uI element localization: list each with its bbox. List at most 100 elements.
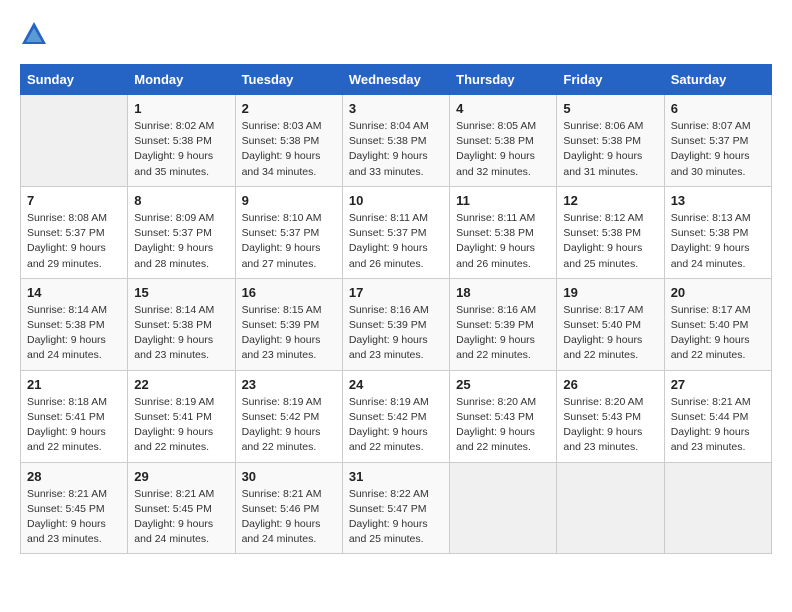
day-info: Sunrise: 8:18 AMSunset: 5:41 PMDaylight:… bbox=[27, 395, 121, 456]
calendar-header-thursday: Thursday bbox=[450, 65, 557, 95]
calendar-cell bbox=[557, 462, 664, 554]
day-number: 30 bbox=[242, 469, 336, 484]
calendar-cell: 25Sunrise: 8:20 AMSunset: 5:43 PMDayligh… bbox=[450, 370, 557, 462]
day-number: 28 bbox=[27, 469, 121, 484]
calendar-week-row: 21Sunrise: 8:18 AMSunset: 5:41 PMDayligh… bbox=[21, 370, 772, 462]
day-number: 22 bbox=[134, 377, 228, 392]
day-number: 9 bbox=[242, 193, 336, 208]
day-info: Sunrise: 8:19 AMSunset: 5:42 PMDaylight:… bbox=[349, 395, 443, 456]
calendar-cell: 8 Sunrise: 8:09 AMSunset: 5:37 PMDaylight… bbox=[128, 186, 235, 278]
day-number: 11 bbox=[456, 193, 550, 208]
calendar-cell: 24 Sunrise: 8:19 AMSunset: 5:42 PMDayligh… bbox=[342, 370, 449, 462]
calendar-cell: 1 Sunrise: 8:02 AMSunset: 5:38 PMDaylight… bbox=[128, 95, 235, 187]
calendar-cell: 29Sunrise: 8:21 AMSunset: 5:45 PMDayligh… bbox=[128, 462, 235, 554]
calendar-cell: 30 Sunrise: 8:21 AMSunset: 5:46 PMDayligh… bbox=[235, 462, 342, 554]
calendar-cell: 15 Sunrise: 8:14 AMSunset: 5:38 PMDayligh… bbox=[128, 278, 235, 370]
day-info: Sunrise: 8:04 AMSunset: 5:38 PMDaylight:… bbox=[349, 119, 443, 180]
calendar-header-friday: Friday bbox=[557, 65, 664, 95]
day-info: Sunrise: 8:19 AMSunset: 5:42 PMDaylight:… bbox=[242, 395, 336, 456]
day-info: Sunrise: 8:11 AMSunset: 5:37 PMDaylight:… bbox=[349, 211, 443, 272]
day-number: 10 bbox=[349, 193, 443, 208]
day-number: 2 bbox=[242, 101, 336, 116]
logo bbox=[20, 20, 54, 48]
logo-icon bbox=[20, 20, 48, 48]
day-number: 23 bbox=[242, 377, 336, 392]
calendar-table: SundayMondayTuesdayWednesdayThursdayFrid… bbox=[20, 64, 772, 554]
day-info: Sunrise: 8:21 AMSunset: 5:44 PMDaylight:… bbox=[671, 395, 765, 456]
day-info: Sunrise: 8:20 AMSunset: 5:43 PMDaylight:… bbox=[563, 395, 657, 456]
day-info: Sunrise: 8:22 AMSunset: 5:47 PMDaylight:… bbox=[349, 487, 443, 548]
day-info: Sunrise: 8:16 AMSunset: 5:39 PMDaylight:… bbox=[456, 303, 550, 364]
calendar-cell: 28 Sunrise: 8:21 AMSunset: 5:45 PMDayligh… bbox=[21, 462, 128, 554]
calendar-cell: 2 Sunrise: 8:03 AMSunset: 5:38 PMDaylight… bbox=[235, 95, 342, 187]
day-number: 26 bbox=[563, 377, 657, 392]
calendar-cell bbox=[21, 95, 128, 187]
calendar-header-monday: Monday bbox=[128, 65, 235, 95]
calendar-cell: 5Sunrise: 8:06 AMSunset: 5:38 PMDaylight… bbox=[557, 95, 664, 187]
calendar-cell: 16 Sunrise: 8:15 AMSunset: 5:39 PMDayligh… bbox=[235, 278, 342, 370]
day-number: 13 bbox=[671, 193, 765, 208]
calendar-cell: 14 Sunrise: 8:14 AMSunset: 5:38 PMDayligh… bbox=[21, 278, 128, 370]
calendar-header-sunday: Sunday bbox=[21, 65, 128, 95]
day-number: 8 bbox=[134, 193, 228, 208]
day-number: 18 bbox=[456, 285, 550, 300]
day-info: Sunrise: 8:19 AMSunset: 5:41 PMDaylight:… bbox=[134, 395, 228, 456]
day-number: 31 bbox=[349, 469, 443, 484]
calendar-cell: 3 Sunrise: 8:04 AMSunset: 5:38 PMDaylight… bbox=[342, 95, 449, 187]
day-number: 3 bbox=[349, 101, 443, 116]
calendar-cell: 12 Sunrise: 8:12 AMSunset: 5:38 PMDayligh… bbox=[557, 186, 664, 278]
calendar-cell: 22 Sunrise: 8:19 AMSunset: 5:41 PMDayligh… bbox=[128, 370, 235, 462]
day-number: 15 bbox=[134, 285, 228, 300]
calendar-cell: 10 Sunrise: 8:11 AMSunset: 5:37 PMDayligh… bbox=[342, 186, 449, 278]
calendar-cell: 23 Sunrise: 8:19 AMSunset: 5:42 PMDayligh… bbox=[235, 370, 342, 462]
calendar-cell: 21Sunrise: 8:18 AMSunset: 5:41 PMDayligh… bbox=[21, 370, 128, 462]
day-info: Sunrise: 8:16 AMSunset: 5:39 PMDaylight:… bbox=[349, 303, 443, 364]
calendar-cell bbox=[664, 462, 771, 554]
calendar-cell: 26 Sunrise: 8:20 AMSunset: 5:43 PMDayligh… bbox=[557, 370, 664, 462]
calendar-cell: 19Sunrise: 8:17 AMSunset: 5:40 PMDayligh… bbox=[557, 278, 664, 370]
calendar-cell: 18 Sunrise: 8:16 AMSunset: 5:39 PMDayligh… bbox=[450, 278, 557, 370]
day-info: Sunrise: 8:13 AMSunset: 5:38 PMDaylight:… bbox=[671, 211, 765, 272]
calendar-week-row: 28 Sunrise: 8:21 AMSunset: 5:45 PMDayligh… bbox=[21, 462, 772, 554]
day-number: 6 bbox=[671, 101, 765, 116]
day-number: 7 bbox=[27, 193, 121, 208]
day-number: 20 bbox=[671, 285, 765, 300]
calendar-cell: 11 Sunrise: 8:11 AMSunset: 5:38 PMDayligh… bbox=[450, 186, 557, 278]
page-header bbox=[20, 20, 772, 48]
calendar-cell: 7 Sunrise: 8:08 AMSunset: 5:37 PMDaylight… bbox=[21, 186, 128, 278]
day-info: Sunrise: 8:12 AMSunset: 5:38 PMDaylight:… bbox=[563, 211, 657, 272]
calendar-cell: 20 Sunrise: 8:17 AMSunset: 5:40 PMDayligh… bbox=[664, 278, 771, 370]
calendar-cell: 31 Sunrise: 8:22 AMSunset: 5:47 PMDayligh… bbox=[342, 462, 449, 554]
calendar-week-row: 1 Sunrise: 8:02 AMSunset: 5:38 PMDaylight… bbox=[21, 95, 772, 187]
day-info: Sunrise: 8:10 AMSunset: 5:37 PMDaylight:… bbox=[242, 211, 336, 272]
calendar-cell: 27Sunrise: 8:21 AMSunset: 5:44 PMDayligh… bbox=[664, 370, 771, 462]
day-info: Sunrise: 8:06 AMSunset: 5:38 PMDaylight:… bbox=[563, 119, 657, 180]
calendar-cell: 4Sunrise: 8:05 AMSunset: 5:38 PMDaylight… bbox=[450, 95, 557, 187]
day-number: 1 bbox=[134, 101, 228, 116]
day-info: Sunrise: 8:21 AMSunset: 5:45 PMDaylight:… bbox=[27, 487, 121, 548]
day-info: Sunrise: 8:09 AMSunset: 5:37 PMDaylight:… bbox=[134, 211, 228, 272]
day-number: 14 bbox=[27, 285, 121, 300]
calendar-cell: 13 Sunrise: 8:13 AMSunset: 5:38 PMDayligh… bbox=[664, 186, 771, 278]
calendar-header-wednesday: Wednesday bbox=[342, 65, 449, 95]
day-number: 29 bbox=[134, 469, 228, 484]
day-info: Sunrise: 8:11 AMSunset: 5:38 PMDaylight:… bbox=[456, 211, 550, 272]
day-info: Sunrise: 8:07 AMSunset: 5:37 PMDaylight:… bbox=[671, 119, 765, 180]
day-number: 12 bbox=[563, 193, 657, 208]
calendar-cell: 6 Sunrise: 8:07 AMSunset: 5:37 PMDaylight… bbox=[664, 95, 771, 187]
day-number: 24 bbox=[349, 377, 443, 392]
day-info: Sunrise: 8:15 AMSunset: 5:39 PMDaylight:… bbox=[242, 303, 336, 364]
day-number: 16 bbox=[242, 285, 336, 300]
day-info: Sunrise: 8:02 AMSunset: 5:38 PMDaylight:… bbox=[134, 119, 228, 180]
calendar-week-row: 14 Sunrise: 8:14 AMSunset: 5:38 PMDayligh… bbox=[21, 278, 772, 370]
day-info: Sunrise: 8:17 AMSunset: 5:40 PMDaylight:… bbox=[671, 303, 765, 364]
day-info: Sunrise: 8:20 AMSunset: 5:43 PMDaylight:… bbox=[456, 395, 550, 456]
calendar-header-row: SundayMondayTuesdayWednesdayThursdayFrid… bbox=[21, 65, 772, 95]
day-info: Sunrise: 8:14 AMSunset: 5:38 PMDaylight:… bbox=[27, 303, 121, 364]
calendar-cell bbox=[450, 462, 557, 554]
day-info: Sunrise: 8:08 AMSunset: 5:37 PMDaylight:… bbox=[27, 211, 121, 272]
day-info: Sunrise: 8:03 AMSunset: 5:38 PMDaylight:… bbox=[242, 119, 336, 180]
day-info: Sunrise: 8:21 AMSunset: 5:46 PMDaylight:… bbox=[242, 487, 336, 548]
day-number: 19 bbox=[563, 285, 657, 300]
day-info: Sunrise: 8:14 AMSunset: 5:38 PMDaylight:… bbox=[134, 303, 228, 364]
